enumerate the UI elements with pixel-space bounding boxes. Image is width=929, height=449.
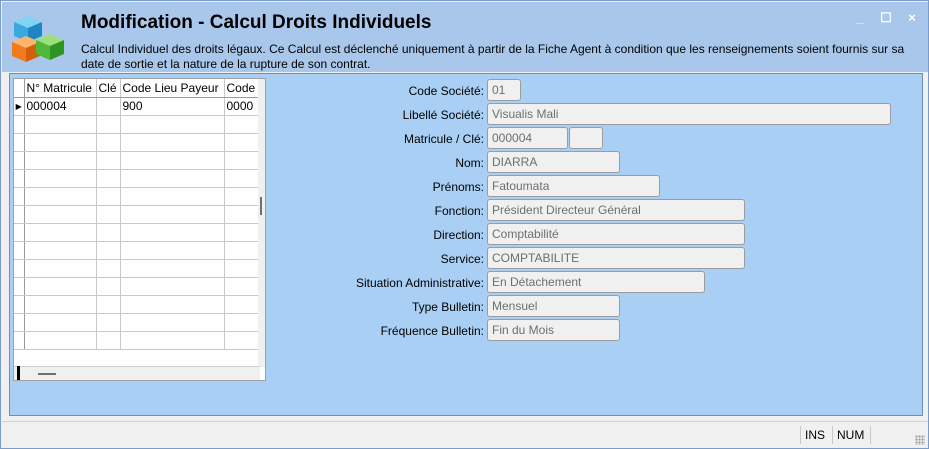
selected-row-indicator-icon: ▶ [14,97,25,116]
field-fonction[interactable]: Président Directeur Général [487,199,745,221]
vertical-scrollbar[interactable] [258,79,265,367]
status-empty-pane [870,426,910,444]
empty-row [14,205,261,224]
label-fonction: Fonction: [434,204,484,218]
field-frequence-bulletin[interactable]: Fin du Mois [487,319,620,341]
field-libelle-societe[interactable]: Visualis Mali [487,103,891,125]
label-matricule-cle: Matricule / Clé: [403,132,484,146]
label-code-societe: Code Société: [408,84,484,98]
minimize-button[interactable]: _ [854,10,866,26]
field-nom[interactable]: DIARRA [487,151,620,173]
empty-row [14,277,261,296]
window-controls: _ ☐ × [854,10,918,26]
scroll-thumb[interactable] [38,373,56,375]
field-direction[interactable]: Comptabilité [487,223,745,245]
status-ins: INS [800,426,829,444]
empty-row [14,295,261,314]
agents-grid[interactable]: N° Matricule Clé Code Lieu Payeur Code ▶… [13,78,266,381]
empty-row [14,115,261,134]
empty-row [14,133,261,152]
field-code-societe[interactable]: 01 [487,79,521,101]
column-header-code[interactable]: Code [224,79,261,98]
page-title: Modification - Calcul Droits Individuels [81,12,432,33]
field-service[interactable]: COMPTABILITE [487,247,745,269]
field-cle[interactable] [569,127,603,149]
page-description: Calcul Individuel des droits légaux. Ce … [81,42,905,71]
label-direction: Direction: [433,228,484,242]
cubes-logo-icon [12,16,64,62]
label-situation-administrative: Situation Administrative: [355,276,484,290]
field-situation-administrative[interactable]: En Détachement [487,271,705,293]
cell-code[interactable]: 0000 [224,97,261,116]
label-libelle-societe: Libellé Société: [402,108,484,122]
empty-row [14,223,261,242]
field-type-bulletin[interactable]: Mensuel [487,295,620,317]
grid-header-row: N° Matricule Clé Code Lieu Payeur Code [14,79,261,98]
scroll-thumb[interactable] [260,197,262,215]
empty-row [14,259,261,278]
field-prenoms[interactable]: Fatoumata [487,175,660,197]
resize-grip-icon[interactable] [915,435,925,445]
empty-row [14,151,261,170]
column-header-cle[interactable]: Clé [96,79,121,98]
grid-table: N° Matricule Clé Code Lieu Payeur Code ▶… [14,79,261,350]
column-header-matricule[interactable]: N° Matricule [24,79,97,98]
status-bar: INS NUM [2,421,928,447]
label-service: Service: [440,252,484,266]
label-frequence-bulletin: Fréquence Bulletin: [380,324,484,338]
header-banner: Modification - Calcul Droits Individuels… [2,2,928,72]
table-row[interactable]: ▶ 000004 900 0000 [14,97,261,116]
label-prenoms: Prénoms: [432,180,484,194]
horizontal-scrollbar[interactable] [14,366,260,380]
column-header-code-lieu-payeur[interactable]: Code Lieu Payeur [120,79,225,98]
empty-row [14,241,261,260]
status-num: NUM [832,426,868,444]
label-type-bulletin: Type Bulletin: [411,300,484,314]
empty-row [14,313,261,332]
close-button[interactable]: × [906,10,918,26]
maximize-button[interactable]: ☐ [880,10,892,26]
label-nom: Nom: [455,156,484,170]
main-panel: N° Matricule Clé Code Lieu Payeur Code ▶… [9,73,923,416]
field-matricule[interactable]: 000004 [487,127,568,149]
empty-row [14,187,261,206]
grid-corner-marker [17,366,20,380]
cell-cle[interactable] [96,97,121,116]
cell-matricule[interactable]: 000004 [24,97,97,116]
empty-row [14,331,261,350]
app-window: Modification - Calcul Droits Individuels… [0,0,929,449]
empty-row [14,169,261,188]
cell-code-lieu-payeur[interactable]: 900 [120,97,225,116]
row-indicator-header [14,79,25,98]
